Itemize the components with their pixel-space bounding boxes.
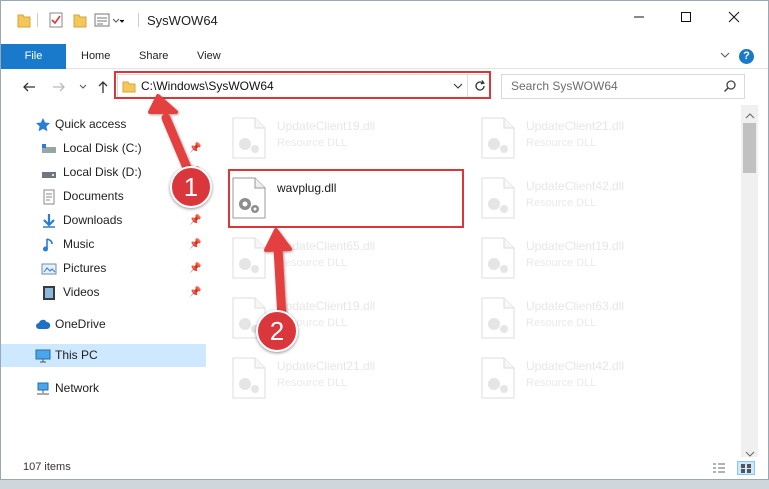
- arrow-to-address-bar: [148, 94, 193, 175]
- step-2-badge: 2: [256, 310, 298, 352]
- step-1-badge: 1: [170, 166, 212, 208]
- annotation-arrows: [148, 94, 292, 323]
- arrow-to-file: [264, 228, 292, 323]
